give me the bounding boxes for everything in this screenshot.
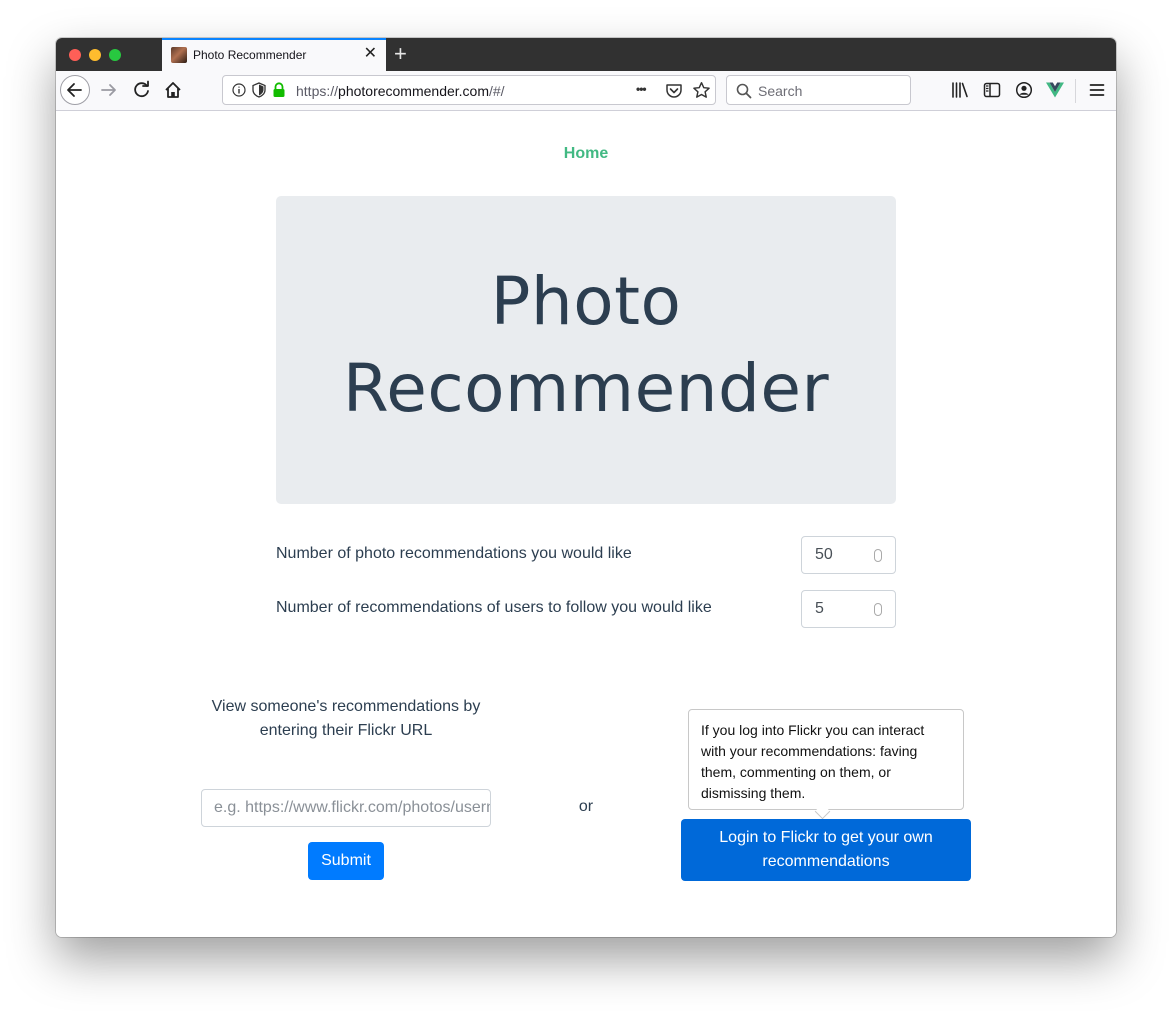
search-bar[interactable]: Search — [726, 75, 911, 105]
pocket-icon[interactable] — [665, 82, 683, 100]
page-title-line-1: Photo — [490, 263, 682, 340]
page-content: Home Photo Recommender Number of photo re… — [56, 111, 1116, 937]
user-recs-label: Number of recommendations of users to fo… — [276, 599, 712, 616]
window-close-button[interactable] — [69, 49, 81, 61]
url-host: photorecommender.com — [338, 83, 489, 99]
info-icon[interactable] — [232, 83, 246, 97]
window-minimize-button[interactable] — [89, 49, 101, 61]
window-maximize-button[interactable] — [109, 49, 121, 61]
flickr-url-input[interactable]: e.g. https://www.flickr.com/photos/usern… — [201, 789, 491, 827]
back-arrow-icon — [67, 83, 82, 97]
address-bar[interactable]: https://photorecommender.com/#/ ••• — [222, 75, 716, 105]
photo-recs-value: 50 — [815, 546, 833, 563]
hamburger-menu-icon[interactable] — [1089, 82, 1105, 98]
submit-button[interactable]: Submit — [308, 842, 384, 880]
user-recs-value: 5 — [815, 600, 824, 617]
vue-devtools-icon[interactable] — [1046, 81, 1064, 98]
url-text[interactable]: https://photorecommender.com/#/ — [296, 83, 505, 99]
user-recs-spinner[interactable] — [874, 603, 882, 616]
bookmark-star-icon[interactable] — [692, 81, 711, 100]
page-title: Photo Recommender — [276, 258, 896, 432]
nav-toolbar: https://photorecommender.com/#/ ••• Sear… — [56, 71, 1116, 111]
url-path: /#/ — [489, 83, 505, 99]
shield-icon[interactable] — [252, 82, 266, 98]
home-icon[interactable] — [163, 80, 183, 100]
new-tab-button[interactable]: + — [394, 41, 407, 67]
sidebar-icon[interactable] — [983, 81, 1001, 99]
user-recs-input[interactable]: 5 — [801, 590, 896, 628]
nav-home-link[interactable]: Home — [56, 145, 1116, 163]
search-icon — [736, 83, 752, 99]
toolbar-separator — [1075, 79, 1076, 103]
browser-window: Photo Recommender ✕ + https://photorecom… — [56, 38, 1116, 937]
photo-recs-spinner[interactable] — [874, 549, 882, 562]
search-placeholder: Search — [758, 83, 803, 99]
photo-recs-label: Number of photo recommendations you woul… — [276, 545, 632, 562]
favicon-icon — [171, 47, 187, 63]
lookup-label: View someone's recommendations by enteri… — [211, 698, 481, 739]
tab-title: Photo Recommender — [193, 48, 307, 62]
reload-icon[interactable] — [132, 80, 152, 100]
library-icon[interactable] — [951, 81, 969, 99]
login-flickr-button[interactable]: Login to Flickr to get your own recommen… — [681, 819, 971, 881]
page-actions-icon[interactable]: ••• — [636, 82, 647, 96]
tab-photo-recommender[interactable]: Photo Recommender ✕ — [162, 38, 386, 71]
flickr-url-placeholder: e.g. https://www.flickr.com/photos/usern… — [214, 799, 490, 816]
tab-strip: Photo Recommender ✕ + — [56, 38, 1116, 71]
forward-arrow-icon[interactable] — [99, 80, 119, 100]
lock-icon[interactable] — [272, 82, 286, 98]
photo-recs-input[interactable]: 50 — [801, 536, 896, 574]
login-tooltip: If you log into Flickr you can interact … — [688, 709, 964, 810]
back-button[interactable] — [60, 75, 90, 105]
page-title-line-2: Recommender — [342, 350, 830, 427]
or-separator: or — [578, 798, 594, 815]
account-icon[interactable] — [1015, 81, 1033, 99]
hero-jumbotron: Photo Recommender — [276, 196, 896, 504]
url-scheme: https:// — [296, 83, 339, 99]
tab-close-icon[interactable]: ✕ — [364, 45, 377, 63]
